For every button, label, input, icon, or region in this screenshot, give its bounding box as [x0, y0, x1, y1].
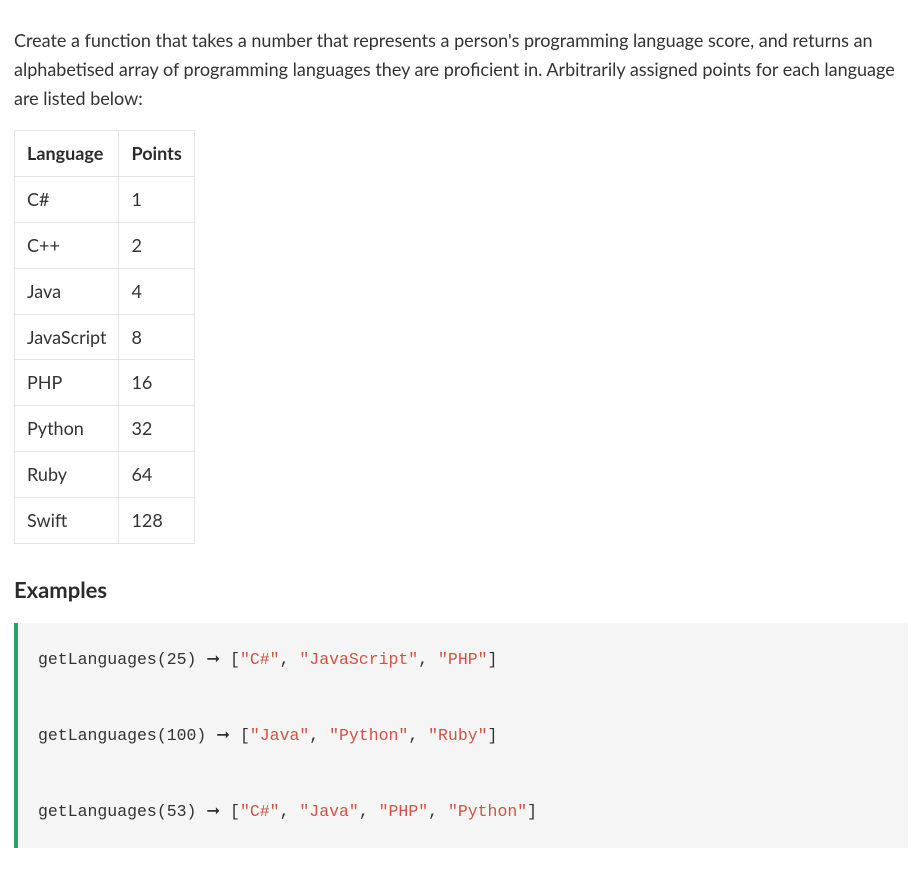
table-row: Swift128 [15, 497, 195, 543]
cell-language: C# [15, 177, 119, 223]
table-row: JavaScript8 [15, 314, 195, 360]
table-body: C#1C++2Java4JavaScript8PHP16Python32Ruby… [15, 177, 195, 543]
points-table: Language Points C#1C++2Java4JavaScript8P… [14, 130, 195, 543]
table-row: Python32 [15, 406, 195, 452]
cell-language: Python [15, 406, 119, 452]
col-header-points: Points [119, 131, 194, 177]
cell-language: PHP [15, 360, 119, 406]
cell-language: JavaScript [15, 314, 119, 360]
cell-points: 2 [119, 222, 194, 268]
table-row: C++2 [15, 222, 195, 268]
table-row: Java4 [15, 268, 195, 314]
table-row: PHP16 [15, 360, 195, 406]
table-row: C#1 [15, 177, 195, 223]
table-row: Ruby64 [15, 451, 195, 497]
cell-points: 1 [119, 177, 194, 223]
cell-language: Swift [15, 497, 119, 543]
cell-language: C++ [15, 222, 119, 268]
cell-points: 8 [119, 314, 194, 360]
cell-points: 64 [119, 451, 194, 497]
problem-intro: Create a function that takes a number th… [14, 26, 908, 112]
cell-language: Java [15, 268, 119, 314]
cell-points: 32 [119, 406, 194, 452]
col-header-language: Language [15, 131, 119, 177]
cell-points: 4 [119, 268, 194, 314]
examples-heading: Examples [14, 572, 908, 607]
examples-code-block: getLanguages(25) ➞ ["C#", "JavaScript", … [14, 623, 908, 849]
cell-language: Ruby [15, 451, 119, 497]
cell-points: 16 [119, 360, 194, 406]
cell-points: 128 [119, 497, 194, 543]
table-header-row: Language Points [15, 131, 195, 177]
